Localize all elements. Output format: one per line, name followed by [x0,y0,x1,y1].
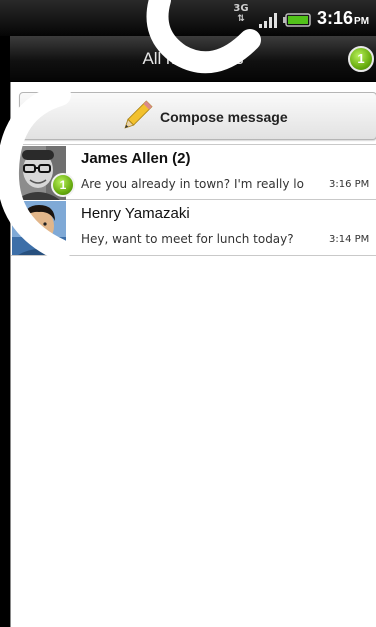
status-bar: 3G ⇅ 3:16PM [0,0,376,36]
title-bar: All messages 1 [10,36,376,82]
contact-name: James Allen (2) [81,150,191,167]
page-title: All messages [142,49,244,68]
thread-unread-badge: 1 [51,173,75,197]
thread-list: 1 James Allen (2) Are you already in tow… [11,144,376,256]
status-clock: 3:16PM [317,6,369,30]
message-thread-henry-yamazaki[interactable]: Henry Yamazaki Hey, want to meet for lun… [11,200,376,256]
message-list-panel: Compose message 1 James Allen (2) Are yo… [10,82,376,627]
signal-icon [259,13,277,28]
clock-ampm: PM [354,16,370,27]
contact-name: Henry Yamazaki [81,205,190,222]
pencil-icon [124,100,153,129]
message-time: 3:14 PM [329,234,370,245]
network-type: 3G [233,3,249,14]
battery-icon [283,13,311,27]
compose-message-button[interactable]: Compose message [19,92,376,140]
compose-label: Compose message [160,109,288,125]
unread-count-badge[interactable]: 1 [348,46,374,72]
message-snippet: Hey, want to meet for lunch today? [81,232,294,246]
3g-icon: 3G ⇅ [233,3,249,24]
clock-time: 3:16 [317,8,354,28]
message-thread-james-allen[interactable]: 1 James Allen (2) Are you already in tow… [11,144,376,200]
avatar [12,201,66,255]
message-time: 3:16 PM [329,179,370,190]
message-snippet: Are you already in town? I'm really lo [81,177,304,191]
